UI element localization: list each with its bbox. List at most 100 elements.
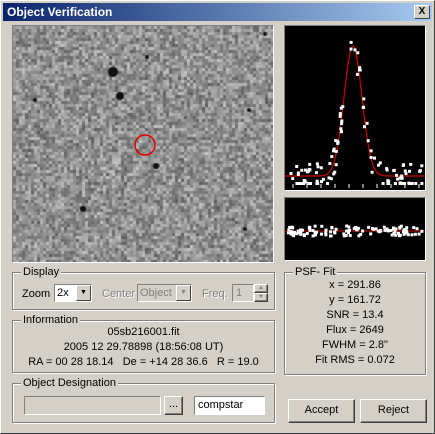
psf-fit-curve bbox=[285, 45, 425, 177]
center-label: Center bbox=[102, 288, 136, 300]
browse-button[interactable]: ... bbox=[164, 396, 183, 415]
psf-data-point bbox=[408, 169, 411, 173]
center-select[interactable]: Object ▼ bbox=[137, 284, 192, 302]
information-group-label: Information bbox=[21, 314, 81, 326]
title-bar[interactable]: Object Verification X bbox=[3, 3, 432, 21]
reject-button[interactable]: Reject bbox=[360, 399, 427, 423]
psf-data-point bbox=[363, 125, 366, 129]
residual-data-point bbox=[313, 230, 317, 234]
zoom-label: Zoom bbox=[22, 288, 51, 300]
psf-fit-group-label: PSF- Fit bbox=[293, 266, 338, 278]
psf-data-point bbox=[395, 173, 398, 177]
residual-data-point bbox=[398, 233, 402, 237]
psf-data-point bbox=[321, 177, 325, 181]
psf-data-point bbox=[341, 105, 345, 109]
freq-value: 1 bbox=[236, 287, 243, 299]
residual-data-point bbox=[415, 227, 419, 231]
residual-data-point bbox=[348, 228, 351, 232]
residual-data-point bbox=[352, 227, 356, 230]
psf-data-point bbox=[306, 169, 310, 173]
psf-data-point bbox=[349, 40, 353, 44]
psf-data-point bbox=[338, 112, 342, 116]
window-title: Object Verification bbox=[7, 5, 113, 19]
psf-data-point bbox=[340, 119, 344, 123]
psf-residual-plot bbox=[284, 197, 426, 261]
residual-data-point bbox=[357, 234, 361, 238]
residual-data-point bbox=[392, 226, 395, 230]
display-group-label: Display bbox=[21, 266, 62, 278]
psf-data-point bbox=[316, 165, 320, 169]
residual-data-point bbox=[382, 225, 386, 229]
info-coordinates: RA = 00 28 18.14 De = +14 28 36.6 R = 19… bbox=[28, 356, 259, 368]
close-button[interactable]: X bbox=[414, 5, 430, 19]
psf-data-point bbox=[291, 177, 295, 181]
psf-fwhm-value: FWHM = 2.8" bbox=[322, 339, 388, 351]
residual-data-point bbox=[345, 224, 349, 228]
reject-button-label: Reject bbox=[377, 404, 410, 416]
residual-data-point bbox=[314, 233, 317, 237]
residual-data-point bbox=[333, 231, 337, 235]
residual-data-point bbox=[371, 227, 374, 230]
psf-data-point bbox=[289, 172, 293, 175]
residual-data-point bbox=[320, 232, 323, 236]
psf-data-point bbox=[414, 182, 418, 185]
designation-tag-field[interactable]: compstar bbox=[194, 396, 265, 415]
psf-flux-value: Flux = 2649 bbox=[326, 324, 384, 336]
psf-data-point bbox=[358, 68, 361, 72]
psf-data-point bbox=[340, 130, 343, 134]
residual-data-point bbox=[348, 234, 352, 237]
residual-data-point bbox=[320, 224, 324, 228]
zoom-select-value: 2x bbox=[57, 287, 69, 299]
psf-profile-svg bbox=[285, 40, 425, 188]
object-verification-window: Object Verification X Display Zoom 2x ▼ … bbox=[0, 0, 435, 434]
psf-data-point bbox=[408, 182, 412, 185]
freq-up-button[interactable]: ▲ bbox=[254, 284, 268, 293]
psf-data-point bbox=[340, 122, 344, 126]
psf-data-point bbox=[381, 182, 385, 185]
psf-data-point bbox=[296, 182, 300, 185]
psf-data-point bbox=[333, 170, 337, 174]
residual-data-point bbox=[413, 232, 417, 236]
star-field-image[interactable] bbox=[12, 25, 274, 263]
psf-data-point bbox=[315, 162, 319, 166]
psf-data-point bbox=[307, 182, 311, 185]
residual-data-point bbox=[300, 228, 303, 232]
freq-down-button[interactable]: ▼ bbox=[254, 293, 268, 302]
residual-data-point bbox=[292, 234, 296, 238]
psf-data-point bbox=[387, 182, 390, 185]
psf-data-point bbox=[338, 114, 342, 118]
psf-data-point bbox=[403, 169, 407, 173]
residual-data-point bbox=[334, 227, 338, 231]
residual-data-point bbox=[295, 232, 298, 236]
info-datetime: 2005 12 29.78898 (18:56:08 UT) bbox=[63, 341, 224, 353]
psf-profile-plot bbox=[284, 25, 426, 191]
zoom-select[interactable]: 2x ▼ bbox=[54, 284, 92, 302]
psf-data-point bbox=[401, 182, 405, 185]
object-designation-group: Object Designation ... compstar bbox=[12, 377, 275, 423]
psf-data-point bbox=[366, 139, 370, 143]
residual-data-point bbox=[420, 229, 424, 233]
psf-data-point bbox=[328, 162, 332, 166]
psf-data-point bbox=[400, 174, 404, 178]
psf-data-point bbox=[392, 169, 396, 173]
psf-data-point bbox=[369, 156, 373, 159]
residual-data-point bbox=[390, 233, 394, 237]
browse-button-label: ... bbox=[168, 398, 179, 410]
psf-data-point bbox=[393, 182, 397, 185]
chevron-down-icon[interactable]: ▼ bbox=[76, 285, 91, 301]
residual-data-point bbox=[329, 234, 333, 238]
designation-field[interactable] bbox=[24, 396, 161, 415]
psf-data-point bbox=[377, 163, 380, 167]
psf-data-point bbox=[301, 182, 305, 185]
psf-data-point bbox=[420, 164, 424, 168]
psf-data-point bbox=[361, 105, 365, 109]
residual-data-point bbox=[367, 225, 371, 229]
residual-data-point bbox=[410, 233, 414, 237]
chevron-down-icon[interactable]: ▼ bbox=[176, 285, 191, 301]
psf-data-point bbox=[295, 165, 299, 168]
psf-data-point bbox=[362, 97, 366, 101]
residual-data-point bbox=[324, 233, 328, 237]
residual-data-point bbox=[289, 231, 293, 235]
accept-button[interactable]: Accept bbox=[288, 399, 355, 423]
freq-stepper-field[interactable]: 1 bbox=[232, 284, 254, 302]
